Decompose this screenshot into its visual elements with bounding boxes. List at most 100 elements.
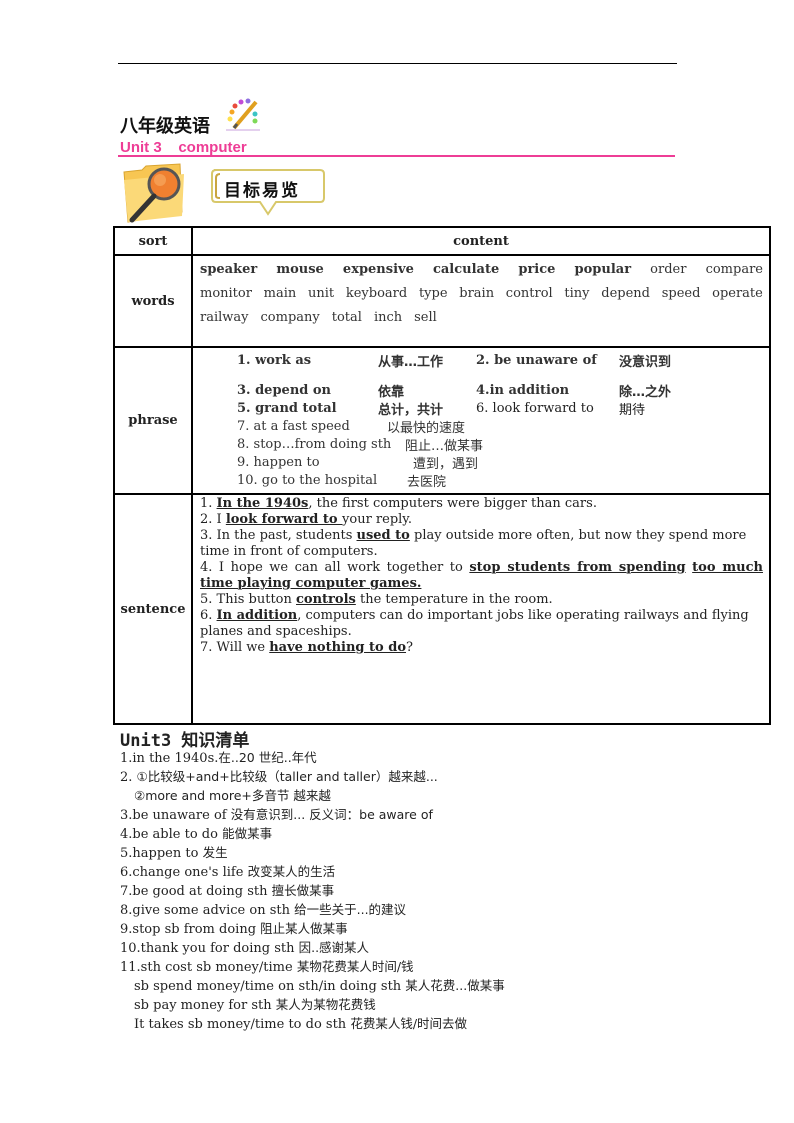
pencil-palette-icon	[226, 98, 260, 131]
phrase-row: 1. work as 从事…工作 2. be unaware of 没意识到	[237, 351, 769, 370]
knowledge-item-chinese: 某物花费某人时间/钱	[296, 959, 414, 974]
table-row-sentence: sentence 1. In the 1940s, the first comp…	[113, 493, 771, 725]
header-content: content	[191, 226, 771, 256]
phrase-meaning: 遭到，遇到	[413, 456, 479, 472]
word: mouse	[276, 262, 324, 277]
knowledge-item: 8.give some advice on sth 给一些关于...的建议	[120, 901, 505, 920]
word: brain	[459, 286, 495, 301]
word: total	[331, 310, 362, 325]
phrase-text: 1. work as	[237, 352, 312, 368]
knowledge-item-chinese: ②more and more+多音节 越来越	[134, 788, 331, 803]
knowledge-item-english: 7.be good at doing sth	[120, 884, 272, 899]
phrase-row: 9. happen to 遭到，遇到	[237, 453, 769, 472]
phrase-meaning: 去医院	[407, 474, 447, 490]
header-sort: sort	[113, 226, 193, 256]
table-header-row: sort content	[113, 226, 771, 256]
knowledge-item-english: 6.change one's life	[120, 865, 248, 880]
sentence-2: 2. I look forward to your reply.	[200, 512, 413, 527]
phrase-text: 9. happen to	[237, 454, 320, 470]
phrase-text: 5. grand total	[237, 400, 337, 416]
knowledge-item-chinese: 因..感谢某人	[298, 940, 370, 955]
phrase-text: 2. be unaware of	[476, 352, 597, 368]
word: sell	[414, 310, 437, 325]
word: popular	[574, 262, 632, 277]
knowledge-item-english: 9.stop sb from doing	[120, 922, 261, 937]
word: expensive	[342, 262, 414, 277]
sentence-1: 1. In the 1940s, the first computers wer…	[200, 496, 597, 511]
word: inch	[373, 310, 403, 325]
row-label-phrase: phrase	[113, 346, 193, 495]
knowledge-item: 10.thank you for doing sth 因..感谢某人	[120, 939, 505, 958]
knowledge-item-english: sb pay money for sth	[134, 998, 276, 1013]
sentence-4: 4. I hope we can all work together to st…	[200, 560, 763, 591]
phrase-meaning: 阻止…做某事	[405, 438, 484, 454]
table-row-phrase: phrase 1. work as 从事…工作 2. be unaware of…	[113, 346, 771, 495]
sentence-7: 7. Will we have nothing to do?	[200, 640, 413, 655]
row-label-sentence: sentence	[113, 493, 193, 725]
phrase-text: 7. at a fast speed	[237, 418, 350, 434]
phrase-meaning: 总计，共计	[378, 402, 444, 418]
word: control	[505, 286, 553, 301]
word: speed	[661, 286, 701, 301]
knowledge-item-english: 1.in the 1940s.	[120, 751, 219, 766]
grade-title: 八年级英语	[120, 116, 210, 137]
table-row-words: words speaker mouse expensive calculate …	[113, 254, 771, 348]
knowledge-item: 1.in the 1940s.在..20 世纪..年代	[120, 749, 505, 768]
phrase-row: 3. depend on 依靠 4.in addition 除…之外	[237, 381, 769, 400]
phrase-text: 10. go to the hospital	[237, 472, 378, 488]
word: depend	[601, 286, 650, 301]
knowledge-item-english: It takes sb money/time to do sth	[134, 1017, 351, 1032]
knowledge-item: 7.be good at doing sth 擅长做某事	[120, 882, 505, 901]
phrase-meaning: 以最快的速度	[387, 420, 466, 436]
knowledge-list: 1.in the 1940s.在..20 世纪..年代 2. ①比较级+and+比…	[120, 749, 505, 1034]
knowledge-title: Unit3 知识清单	[120, 731, 250, 751]
knowledge-item-english: 2.	[120, 770, 137, 785]
phrase-row: 5. grand total 总计，共计 6. look forward to …	[237, 399, 769, 418]
phrase-meaning: 除…之外	[619, 384, 672, 400]
unit-title-rule	[118, 155, 675, 157]
knowledge-item: ②more and more+多音节 越来越	[120, 787, 505, 806]
word: main	[263, 286, 297, 301]
phrase-text: 4.in addition	[476, 382, 570, 398]
sentence-cell: 1. In the 1940s, the first computers wer…	[191, 493, 771, 725]
knowledge-item-chinese: 某人花费...做某事	[405, 978, 505, 993]
knowledge-item: 3.be unaware of 没有意识到... 反义词：be aware of	[120, 806, 505, 825]
phrase-row: 7. at a fast speed 以最快的速度	[237, 417, 769, 436]
header-rule	[118, 63, 677, 64]
knowledge-item-english: 10.thank you for doing sth	[120, 941, 299, 956]
word: keyboard	[345, 286, 408, 301]
knowledge-item-chinese: 某人为某物花费钱	[275, 997, 376, 1012]
word: speaker	[200, 262, 258, 277]
words-cell: speaker mouse expensive calculate price …	[191, 254, 771, 348]
words-line-2: monitor main unit keyboard type brain co…	[200, 282, 763, 306]
knowledge-item-chinese: 阻止某人做某事	[260, 921, 348, 936]
knowledge-item-chinese: 给一些关于...的建议	[294, 902, 407, 917]
knowledge-item-chinese: 没有意识到... 反义词：be aware of	[230, 807, 433, 822]
knowledge-item: 6.change one's life 改变某人的生活	[120, 863, 505, 882]
sentence-6: 6. In addition, computers can do importa…	[200, 608, 749, 639]
word: compare	[705, 262, 763, 277]
phrase-text: 8. stop…from doing sth	[237, 436, 392, 452]
phrase-cell: 1. work as 从事…工作 2. be unaware of 没意识到 3…	[191, 346, 771, 495]
words-line-1: speaker mouse expensive calculate price …	[200, 258, 763, 282]
knowledge-item-chinese: 改变某人的生活	[247, 864, 336, 879]
phrase-meaning: 从事…工作	[378, 354, 444, 370]
phrase-meaning: 期待	[619, 402, 646, 418]
knowledge-item-chinese: ①比较级+and+比较级（taller and taller）越来越...	[136, 769, 438, 784]
folder-magnifier-icon	[123, 163, 184, 223]
phrase-row: 10. go to the hospital 去医院	[237, 471, 769, 490]
word: order	[650, 262, 687, 277]
word: unit	[308, 286, 335, 301]
knowledge-item-chinese: 在..20 世纪..年代	[218, 750, 317, 765]
knowledge-item: 2. ①比较级+and+比较级（taller and taller）越来越...	[120, 768, 505, 787]
phrase-meaning: 依靠	[378, 384, 405, 400]
knowledge-item-chinese: 能做某事	[222, 826, 273, 841]
overview-table: sort content words speaker mouse expensi…	[113, 226, 771, 725]
phrase-text: 6. look forward to	[476, 400, 594, 416]
word: type	[418, 286, 448, 301]
word: company	[260, 310, 320, 325]
row-label-words: words	[113, 254, 193, 348]
knowledge-item-english: 11.sth cost sb money/time	[120, 960, 297, 975]
word: tiny	[564, 286, 590, 301]
knowledge-item: 5.happen to 发生	[120, 844, 505, 863]
